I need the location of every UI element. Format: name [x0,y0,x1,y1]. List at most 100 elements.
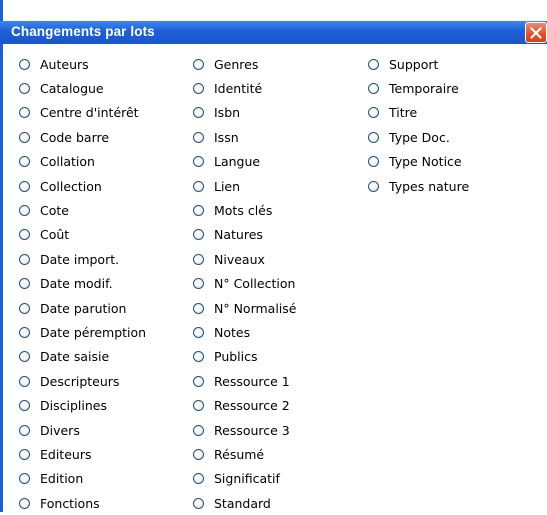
option-ressource-1[interactable]: Ressource 1 [193,369,296,393]
radio-button-icon[interactable] [193,156,204,168]
option-date-peremption[interactable]: Date péremption [19,320,146,344]
option-collation[interactable]: Collation [19,150,146,174]
option-cote[interactable]: Cote [19,198,146,222]
option-disciplines[interactable]: Disciplines [19,393,146,417]
radio-button-icon[interactable] [193,83,204,95]
option-label: Résumé [214,446,265,462]
option-langue[interactable]: Langue [193,150,296,174]
option-type-notice[interactable]: Type Notice [368,150,469,174]
radio-button-icon[interactable] [19,205,30,217]
option-standard[interactable]: Standard [193,491,296,515]
option-descripteurs[interactable]: Descripteurs [19,369,146,393]
radio-button-icon[interactable] [193,351,204,363]
option-natures[interactable]: Natures [193,223,296,247]
close-icon [530,27,542,39]
option-genres[interactable]: Genres [193,52,296,76]
option-edition[interactable]: Edition [19,467,146,491]
option-n-collection[interactable]: N° Collection [193,272,296,296]
radio-button-icon[interactable] [193,375,204,387]
option-label: Date parution [40,300,127,316]
radio-button-icon[interactable] [19,448,30,460]
option-label: Support [389,56,439,72]
option-types-nature[interactable]: Types nature [368,174,469,198]
radio-button-icon[interactable] [19,375,30,387]
option-date-import[interactable]: Date import. [19,247,146,271]
option-label: Date saisie [40,349,110,365]
option-significatif[interactable]: Significatif [193,467,296,491]
radio-button-icon[interactable] [19,278,30,290]
option-divers[interactable]: Divers [19,418,146,442]
option-mots-cles[interactable]: Mots clés [193,198,296,222]
option-label: Cote [40,203,69,219]
radio-button-icon[interactable] [19,424,30,436]
option-notes[interactable]: Notes [193,320,296,344]
radio-button-icon[interactable] [193,448,204,460]
option-support[interactable]: Support [368,52,469,76]
option-cout[interactable]: Coût [19,223,146,247]
option-label: Edition [40,471,84,487]
radio-button-icon[interactable] [19,156,30,168]
radio-button-icon[interactable] [19,326,30,338]
option-code-barre[interactable]: Code barre [19,125,146,149]
option-temporaire[interactable]: Temporaire [368,76,469,100]
option-ressource-2[interactable]: Ressource 2 [193,393,296,417]
radio-button-icon[interactable] [368,156,379,168]
option-date-parution[interactable]: Date parution [19,296,146,320]
radio-button-icon[interactable] [193,473,204,485]
radio-button-icon[interactable] [19,229,30,241]
option-type-doc[interactable]: Type Doc. [368,125,469,149]
option-isbn[interactable]: Isbn [193,101,296,125]
option-collection[interactable]: Collection [19,174,146,198]
radio-button-icon[interactable] [368,58,379,70]
option-identite[interactable]: Identité [193,76,296,100]
option-ressource-3[interactable]: Ressource 3 [193,418,296,442]
option-resume[interactable]: Résumé [193,442,296,466]
option-auteurs[interactable]: Auteurs [19,52,146,76]
radio-button-icon[interactable] [368,83,379,95]
radio-button-icon[interactable] [193,400,204,412]
radio-button-icon[interactable] [19,180,30,192]
radio-button-icon[interactable] [193,229,204,241]
close-button[interactable] [525,22,547,43]
radio-button-icon[interactable] [19,83,30,95]
option-label: Ressource 2 [214,398,290,414]
radio-button-icon[interactable] [368,131,379,143]
option-date-saisie[interactable]: Date saisie [19,345,146,369]
radio-button-icon[interactable] [193,205,204,217]
radio-button-icon[interactable] [193,58,204,70]
option-editeurs[interactable]: Editeurs [19,442,146,466]
title-bar[interactable]: Changements par lots [0,21,547,44]
radio-button-icon[interactable] [193,131,204,143]
radio-button-icon[interactable] [193,278,204,290]
option-n-normalise[interactable]: N° Normalisé [193,296,296,320]
option-issn[interactable]: Issn [193,125,296,149]
option-centre-d-interet[interactable]: Centre d'intérêt [19,101,146,125]
option-lien[interactable]: Lien [193,174,296,198]
option-fonctions[interactable]: Fonctions [19,491,146,515]
radio-button-icon[interactable] [19,131,30,143]
radio-button-icon[interactable] [19,400,30,412]
radio-button-icon[interactable] [193,424,204,436]
radio-button-icon[interactable] [193,326,204,338]
radio-button-icon[interactable] [19,473,30,485]
batch-changes-window: Changements par lots Auteurs Catalogue Cen… [0,0,547,512]
radio-button-icon[interactable] [193,180,204,192]
option-titre[interactable]: Titre [368,101,469,125]
radio-button-icon[interactable] [193,497,204,509]
radio-button-icon[interactable] [19,302,30,314]
radio-button-icon[interactable] [19,253,30,265]
option-niveaux[interactable]: Niveaux [193,247,296,271]
radio-button-icon[interactable] [368,107,379,119]
option-catalogue[interactable]: Catalogue [19,76,146,100]
radio-button-icon[interactable] [193,107,204,119]
radio-button-icon[interactable] [193,302,204,314]
radio-button-icon[interactable] [19,351,30,363]
option-date-modif[interactable]: Date modif. [19,272,146,296]
radio-button-icon[interactable] [19,58,30,70]
radio-button-icon[interactable] [19,497,30,509]
radio-button-icon[interactable] [19,107,30,119]
radio-button-icon[interactable] [368,180,379,192]
radio-button-icon[interactable] [193,253,204,265]
option-label: Type Notice [389,154,462,170]
option-publics[interactable]: Publics [193,345,296,369]
